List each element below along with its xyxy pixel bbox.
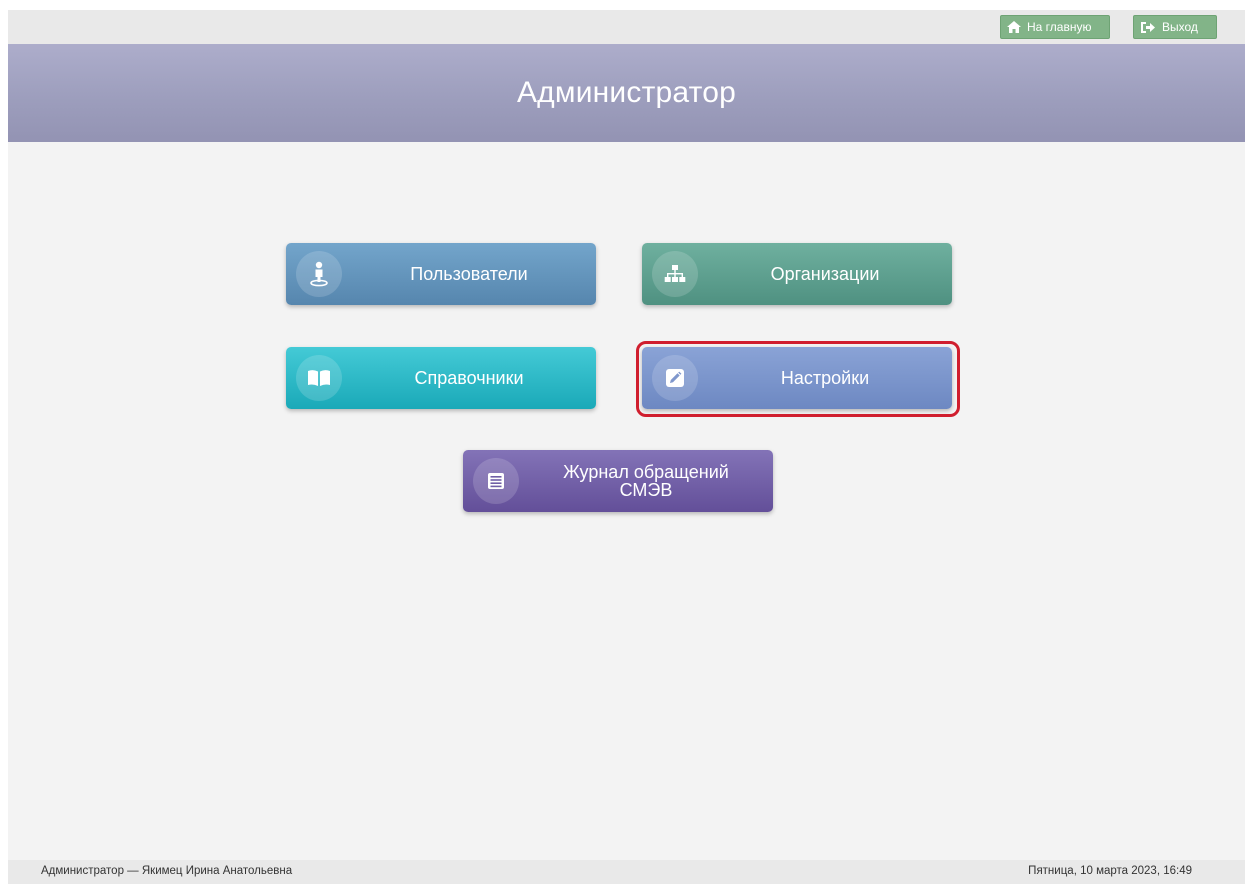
- top-bar: На главную Выход: [8, 10, 1245, 44]
- datetime-text: Пятница, 10 марта 2023, 16:49: [1028, 865, 1192, 877]
- book-icon: [296, 355, 342, 401]
- smev-journal-label-line1: Журнал обращений: [563, 462, 729, 482]
- list-icon: [473, 458, 519, 504]
- users-tile-label: Пользователи: [410, 264, 528, 284]
- exit-button[interactable]: Выход: [1133, 15, 1217, 39]
- home-button-label: На главную: [1027, 20, 1092, 34]
- page-title: Администратор: [516, 76, 737, 109]
- smev-journal-tile-label: Журнал обращений СМЭВ: [519, 450, 773, 512]
- smev-journal-tile-button[interactable]: Журнал обращений СМЭВ: [463, 450, 773, 512]
- users-tile-button[interactable]: Пользователи: [286, 243, 596, 305]
- settings-tile-button[interactable]: Настройки: [642, 347, 952, 409]
- sign-out-icon: [1140, 21, 1156, 34]
- user-icon: [296, 251, 342, 297]
- references-tile-label: Справочники: [414, 368, 524, 388]
- organizations-tile-button[interactable]: Организации: [642, 243, 952, 305]
- sitemap-icon: [652, 251, 698, 297]
- settings-tile-label: Настройки: [780, 368, 870, 388]
- current-user-text: Администратор — Якимец Ирина Анатольевна: [41, 865, 293, 877]
- app-window: На главную Выход Администратор Пользоват…: [8, 10, 1245, 884]
- home-button[interactable]: На главную: [1000, 15, 1110, 39]
- page-header: Администратор: [8, 44, 1245, 142]
- organizations-tile-label: Организации: [770, 264, 880, 284]
- edit-icon: [652, 355, 698, 401]
- home-icon: [1007, 21, 1021, 33]
- status-bar: Администратор — Якимец Ирина Анатольевна…: [8, 860, 1245, 884]
- references-tile-button[interactable]: Справочники: [286, 347, 596, 409]
- smev-journal-label-line2: СМЭВ: [619, 480, 673, 500]
- exit-button-label: Выход: [1162, 20, 1198, 34]
